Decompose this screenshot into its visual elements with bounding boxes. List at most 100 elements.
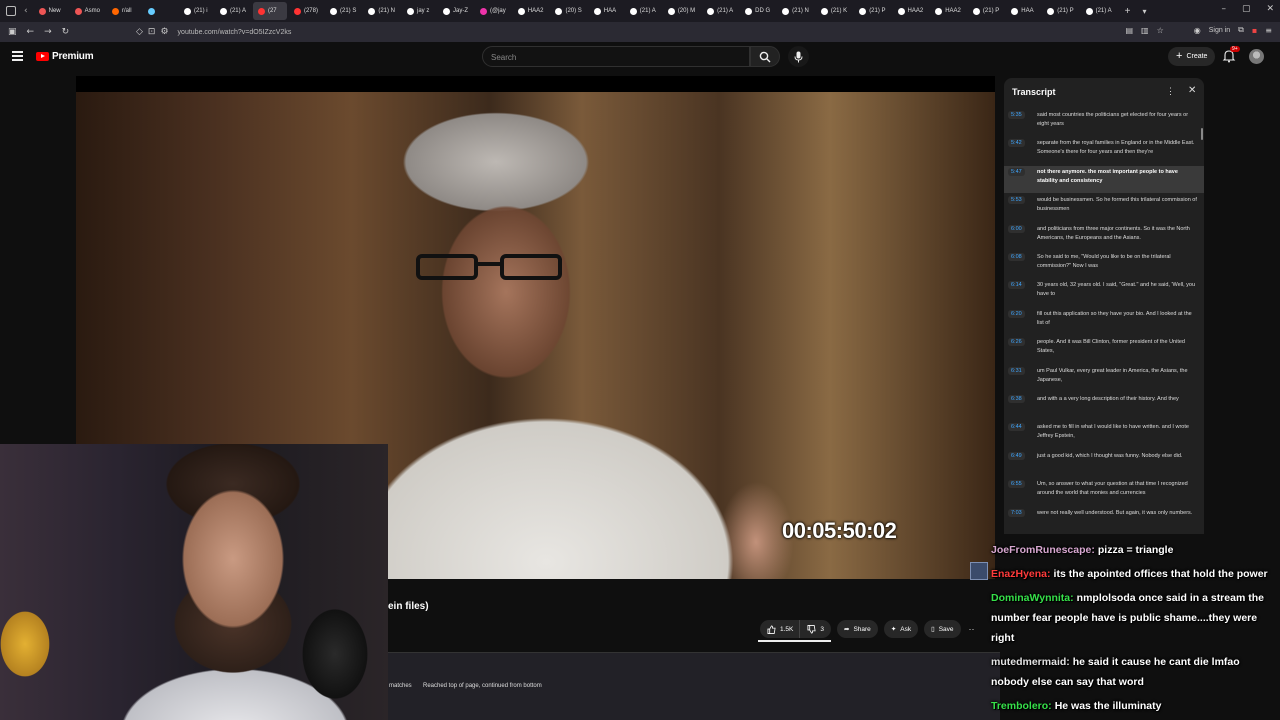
new-tab-icon[interactable]: + [1125, 6, 1131, 17]
lock-icon[interactable]: ⊡ [148, 27, 156, 37]
app-menu-icon[interactable]: ≡ [1265, 26, 1272, 35]
transcript-segment[interactable]: 6:44 asked me to fill in what I would lik… [1004, 421, 1204, 448]
browser-tab[interactable]: (21) i [179, 2, 213, 20]
ask-button[interactable]: ✦ Ask [883, 620, 919, 638]
transcript-segment[interactable]: 6:38 and with a a very long description o… [1004, 393, 1204, 420]
segment-timestamp[interactable]: 6:26 [1008, 338, 1025, 347]
browser-tab[interactable]: r/all [107, 2, 141, 20]
voice-search-button[interactable] [788, 46, 809, 67]
browser-tab[interactable]: HAA2 [930, 2, 966, 20]
browser-tab[interactable]: HAA [1006, 2, 1040, 20]
transcript-scrollbar[interactable] [1201, 128, 1203, 140]
create-button[interactable]: + Create [1168, 47, 1216, 66]
back-icon[interactable]: ← [27, 27, 35, 37]
tab-list-menu-icon[interactable]: ▾ [1142, 7, 1146, 16]
segment-text: and politicians from three major contine… [1037, 225, 1190, 241]
transcript-segment[interactable]: 6:08 So he said to me, "Would you like to… [1004, 251, 1204, 278]
reader-view-icon[interactable]: ▤ [1125, 26, 1133, 35]
minimize-icon[interactable]: – [1221, 4, 1226, 14]
url-field[interactable]: ◇ ⊡ ⚙ youtube.com/watch?v=dO5IZzcV2ks [136, 25, 291, 39]
transcript-segment[interactable]: 6:00 and politicians from three major con… [1004, 223, 1204, 250]
browser-tab[interactable]: (21) N [363, 2, 400, 20]
browser-tab[interactable]: (21) P [1042, 2, 1078, 20]
dislike-button[interactable]: 3 [800, 620, 831, 638]
browser-tab[interactable]: (21) N [777, 2, 814, 20]
browser-tab[interactable]: (20) M [663, 2, 700, 20]
segment-timestamp[interactable]: 6:55 [1008, 480, 1025, 489]
transcript-segment[interactable]: 5:53 would be businessmen. So he formed t… [1004, 194, 1204, 221]
browser-tab[interactable]: (21) P [854, 2, 890, 20]
maximize-icon[interactable]: ▢ [1242, 4, 1251, 14]
transcript-segment[interactable]: 6:20 fill out this application so they ha… [1004, 308, 1204, 335]
account-avatar[interactable] [1249, 49, 1264, 64]
guide-menu-icon[interactable] [12, 51, 23, 61]
more-actions-icon[interactable]: ·· [969, 624, 975, 634]
like-button[interactable]: 1.5K [760, 620, 801, 638]
browser-tab[interactable]: (21) K [816, 2, 852, 20]
segment-timestamp[interactable]: 6:08 [1008, 253, 1025, 261]
reload-icon[interactable]: ↻ [62, 27, 70, 37]
transcript-segment[interactable]: 5:47 not there anymore. the most importan… [1004, 165, 1204, 193]
segment-timestamp[interactable]: 5:47 [1008, 167, 1025, 176]
sidebar-toggle-icon[interactable]: ▣ [8, 27, 17, 37]
browser-tab[interactable]: (21) A [702, 2, 738, 20]
transcript-segment[interactable]: 6:55 Um, so answer to what your question … [1004, 478, 1204, 505]
browser-tab[interactable]: (21) P [968, 2, 1004, 20]
share-button[interactable]: ➦ Share [837, 620, 878, 638]
transcript-segment[interactable]: 7:03 were not really well understood. But… [1004, 507, 1204, 534]
transcript-segment[interactable]: 6:31 um Paul Vulkar, every great leader i… [1004, 365, 1204, 392]
browser-tab[interactable]: HAA [589, 2, 623, 20]
browser-tab[interactable]: HAA2 [513, 2, 549, 20]
shield-icon[interactable]: ◇ [136, 27, 143, 37]
browser-tab[interactable]: Jay-Z [438, 2, 473, 20]
extension-badge-icon[interactable]: ▪ [1252, 26, 1257, 35]
segment-timestamp[interactable]: 6:49 [1008, 451, 1025, 460]
picture-in-picture-icon[interactable]: ▥ [1141, 26, 1149, 35]
transcript-segment[interactable]: 6:49 just a good kid, which I thought was… [1004, 450, 1204, 477]
sign-in-link[interactable]: Sign in [1209, 27, 1230, 34]
extensions-icon[interactable]: ⧉ [1238, 25, 1244, 35]
browser-tab[interactable]: (278) [289, 2, 323, 20]
browser-tab[interactable] [143, 2, 177, 20]
browser-tab[interactable]: HAA2 [893, 2, 929, 20]
close-window-icon[interactable]: ✕ [1266, 4, 1274, 14]
account-icon[interactable]: ◉ [1194, 26, 1201, 35]
segment-timestamp[interactable]: 6:38 [1008, 395, 1025, 403]
browser-tab[interactable]: New [34, 2, 68, 20]
bookmark-star-icon[interactable]: ☆ [1157, 26, 1164, 35]
transcript-segment[interactable]: 6:14 30 years old, 32 years old. I said, … [1004, 279, 1204, 306]
save-button[interactable]: ▯ Save [924, 620, 961, 638]
browser-tab[interactable]: (21) A [625, 2, 661, 20]
segment-timestamp[interactable]: 6:31 [1008, 366, 1025, 375]
search-input[interactable] [483, 48, 749, 67]
window-menu-icon[interactable] [6, 6, 16, 16]
url-text[interactable]: youtube.com/watch?v=dO5IZzcV2ks [178, 29, 292, 36]
tab-scroll-left-icon[interactable]: ‹ [24, 6, 28, 16]
segment-timestamp[interactable]: 5:35 [1008, 111, 1025, 119]
transcript-segment[interactable]: 5:42 separate from the royal families in … [1004, 137, 1204, 164]
segment-timestamp[interactable]: 5:53 [1008, 196, 1025, 205]
permissions-icon[interactable]: ⚙ [160, 27, 168, 37]
youtube-premium-logo[interactable]: Premium [36, 51, 94, 62]
segment-timestamp[interactable]: 6:00 [1008, 224, 1025, 233]
search-button[interactable] [750, 46, 780, 67]
browser-tab[interactable]: DD G [740, 2, 775, 20]
segment-timestamp[interactable]: 6:20 [1008, 309, 1025, 318]
browser-tab[interactable]: (20) S [550, 2, 586, 20]
segment-timestamp[interactable]: 5:42 [1008, 139, 1025, 148]
segment-timestamp[interactable]: 6:44 [1008, 423, 1025, 432]
browser-tab[interactable]: (@jay [475, 2, 511, 20]
browser-tab[interactable]: (27 [252, 2, 287, 20]
transcript-options-icon[interactable]: ⋮ [1166, 86, 1175, 97]
browser-tab[interactable]: (21) A [1081, 2, 1117, 20]
forward-icon[interactable]: → [44, 27, 52, 37]
segment-timestamp[interactable]: 7:03 [1008, 508, 1025, 517]
browser-tab[interactable]: jay z [402, 2, 436, 20]
segment-timestamp[interactable]: 6:14 [1008, 281, 1025, 290]
transcript-segment[interactable]: 5:35 said most countries the politicians … [1004, 109, 1204, 136]
close-icon[interactable]: ✕ [1188, 85, 1196, 96]
browser-tab[interactable]: Asmo [70, 2, 105, 20]
browser-tab[interactable]: (21) S [325, 2, 361, 20]
transcript-segment[interactable]: 6:26 people. And it was Bill Clinton, for… [1004, 336, 1204, 363]
browser-tab[interactable]: (21) A [215, 2, 251, 20]
